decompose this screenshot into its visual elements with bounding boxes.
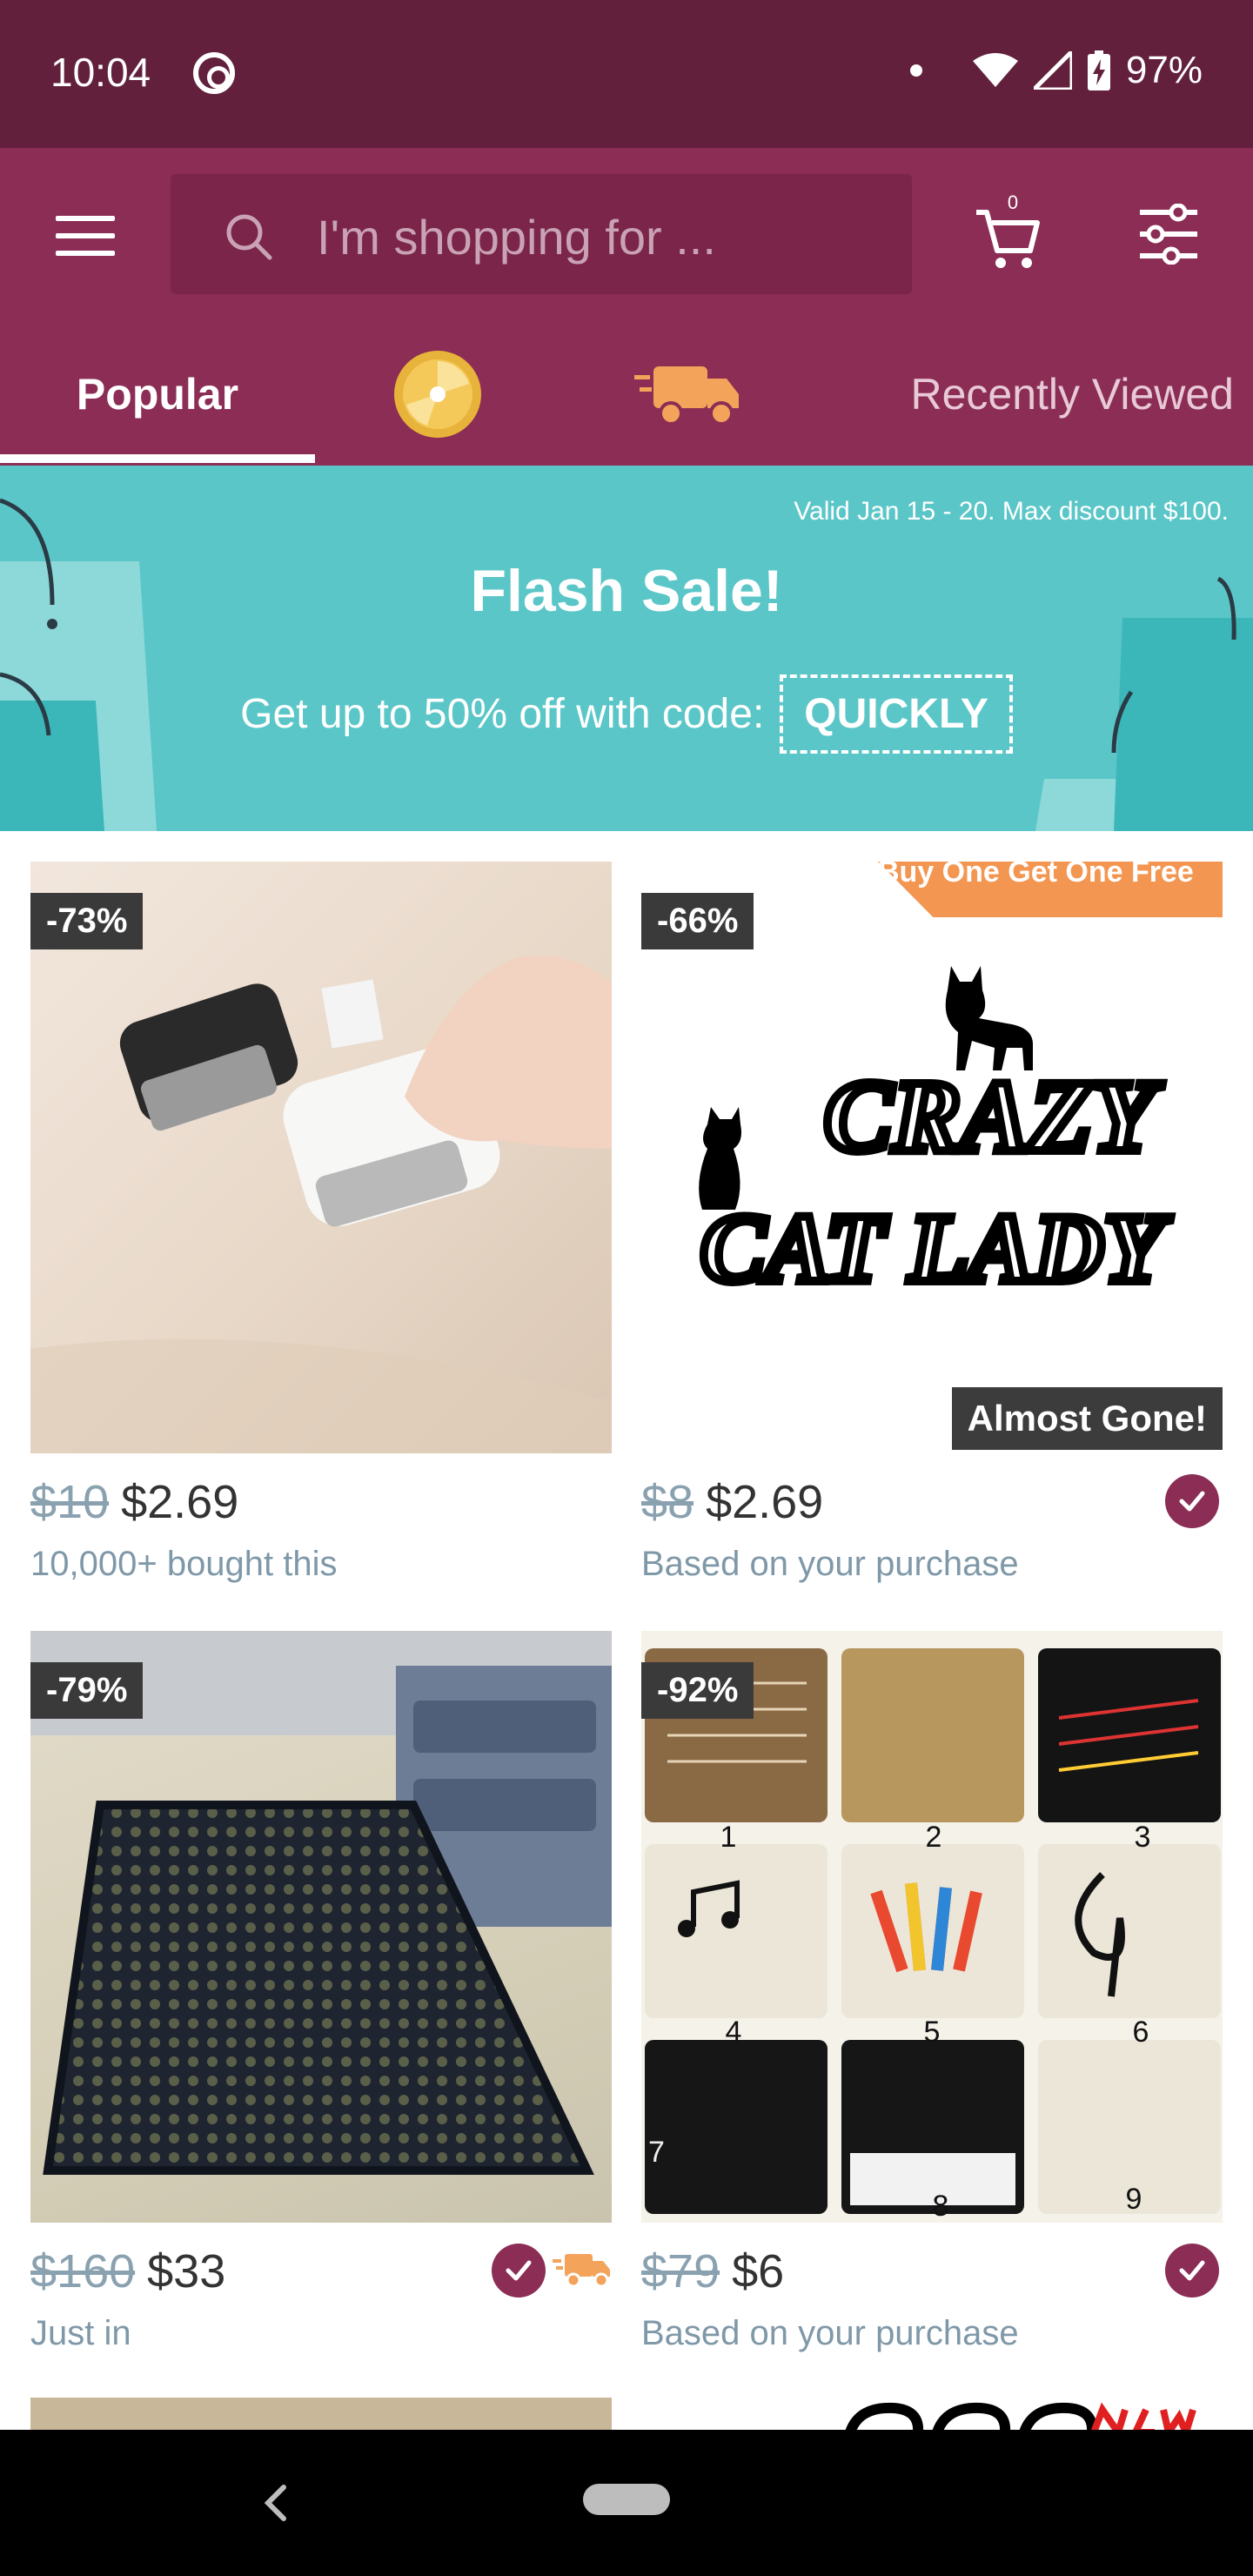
graphic-text-bottom: CAT LADY — [700, 1195, 1171, 1303]
grid-number: 5 — [924, 2016, 941, 2049]
tab-recently-viewed-label: Recently Viewed — [910, 369, 1234, 419]
product-card[interactable]: 1 2 3 4 5 6 7 8 9 -92% $79 $6 Based on yo… — [641, 1631, 1223, 2379]
verified-badge-icon — [1165, 1474, 1219, 1528]
price-row: $160 $33 — [30, 2244, 225, 2298]
discount-badge: -92% — [641, 1662, 754, 1719]
menu-icon[interactable] — [56, 216, 115, 258]
product-card[interactable]: CRAZY CAT LADY Buy One Get One Free ! -6… — [641, 862, 1223, 1610]
home-pill-button[interactable] — [583, 2484, 670, 2515]
original-price: $8 — [641, 1476, 694, 1528]
promo-ribbon: Buy One Get One Free ! — [878, 862, 1223, 917]
active-tab-indicator — [0, 454, 315, 463]
back-icon[interactable] — [258, 2479, 292, 2527]
original-price: $10 — [30, 1476, 110, 1528]
discount-badge: -66% — [641, 893, 754, 949]
grid-number: 6 — [1133, 2016, 1149, 2049]
grid-number: 2 — [926, 1821, 942, 1854]
search-placeholder: I'm shopping for ... — [317, 210, 716, 265]
banner-valid-text: Valid Jan 15 - 20. Max discount $100. — [794, 497, 1229, 526]
notification-dot-icon — [909, 64, 922, 77]
rubber-floor-mat-photo — [30, 1631, 612, 2175]
coin-wheel-icon — [394, 350, 481, 438]
grid-number: 8 — [933, 2190, 949, 2223]
wifi-icon — [972, 53, 1018, 87]
stock-badge: Almost Gone! — [951, 1387, 1223, 1450]
app-bar: I'm shopping for ... 0 — [0, 148, 1253, 322]
price-row: $10 $2.69 — [30, 1475, 238, 1529]
product-image: 1 2 3 4 5 6 7 8 9 — [641, 1631, 1223, 2223]
banner-subtitle-row: Get up to 50% off with code: QUICKLY — [0, 674, 1253, 754]
grid-number: 1 — [720, 1821, 737, 1854]
product-image — [30, 862, 612, 1453]
at-sign-icon — [193, 52, 235, 94]
sale-price: $2.69 — [121, 1476, 239, 1528]
crazy-cat-lady-graphic: CRAZY CAT LADY — [696, 966, 1176, 1307]
tab-recently-viewed[interactable]: Recently Viewed — [853, 322, 1253, 466]
discount-badge: -79% — [30, 1662, 144, 1719]
shopping-bags-left-illustration — [0, 498, 157, 831]
status-icons: 97% — [909, 49, 1203, 92]
filter-icon[interactable] — [1136, 204, 1201, 265]
product-card-partial[interactable] — [641, 2398, 1223, 2432]
music-pillow-collage: 1 2 3 4 5 6 7 8 9 — [645, 1648, 1221, 2223]
verified-badge-icon — [492, 2244, 546, 2298]
product-note: Just in — [30, 2314, 131, 2352]
tab-daily-spin[interactable] — [365, 322, 510, 466]
tab-popular[interactable]: Popular — [0, 322, 315, 466]
battery-level: 97% — [1125, 49, 1203, 91]
sale-price: $6 — [732, 2245, 785, 2298]
grid-number: 9 — [1126, 2183, 1142, 2216]
product-card[interactable]: -73% $10 $2.69 10,000+ bought this — [30, 862, 612, 1610]
product-image: CRAZY CAT LADY — [641, 862, 1223, 1453]
search-icon — [226, 214, 272, 260]
promo-code: QUICKLY — [780, 674, 1013, 754]
product-note: Based on your purchase — [641, 2314, 1019, 2352]
search-input[interactable]: I'm shopping for ... — [171, 174, 912, 294]
system-nav-bar — [0, 2430, 1253, 2576]
verified-badge-icon — [1165, 2244, 1219, 2298]
product-note: Based on your purchase — [641, 1545, 1019, 1583]
fast-shipping-truck-icon — [553, 2254, 610, 2288]
tab-bar: Popular Recently Viewed — [0, 322, 1253, 466]
lint-remover-photo — [30, 956, 612, 1453]
tab-popular-label: Popular — [76, 369, 239, 419]
original-price: $79 — [641, 2245, 720, 2298]
discount-badge: -73% — [30, 893, 144, 949]
original-price: $160 — [30, 2245, 136, 2298]
banner-subtitle: Get up to 50% off with code: — [240, 691, 765, 737]
product-note: 10,000+ bought this — [30, 1545, 338, 1583]
status-time: 10:04 — [50, 50, 151, 95]
product-image — [30, 1631, 612, 2223]
banner-title: Flash Sale! — [470, 558, 783, 624]
svg-text:0: 0 — [1008, 193, 1018, 213]
flash-sale-banner[interactable]: Valid Jan 15 - 20. Max discount $100. Fl… — [0, 466, 1253, 831]
cart-icon[interactable]: 0 — [975, 193, 1041, 272]
sale-price: $33 — [147, 2245, 226, 2298]
partial-product-image — [845, 2402, 1196, 2432]
sale-price: $2.69 — [706, 1476, 824, 1528]
grid-number: 3 — [1135, 1821, 1151, 1854]
status-bar: 10:04 97% — [0, 0, 1253, 148]
graphic-text-top: CRAZY — [824, 1059, 1163, 1173]
grid-number: 4 — [726, 2016, 742, 2049]
price-row: $79 $6 — [641, 2244, 784, 2298]
grid-number: 7 — [648, 2136, 665, 2169]
price-row: $8 $2.69 — [641, 1475, 823, 1529]
fast-delivery-truck-icon — [634, 366, 739, 426]
product-card[interactable]: -79% $160 $33 Just in — [30, 1631, 612, 2379]
signal-icon — [1033, 51, 1072, 90]
product-card-partial[interactable] — [30, 2398, 612, 2432]
battery-charging-icon — [1087, 50, 1110, 91]
tab-fast-delivery[interactable] — [609, 322, 766, 466]
